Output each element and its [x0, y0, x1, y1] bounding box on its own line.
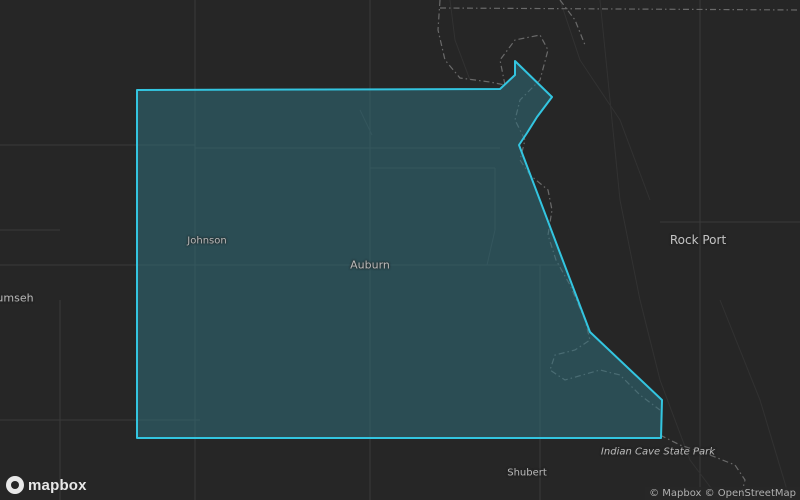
attribution-osm-link[interactable]: © OpenStreetMap — [705, 488, 796, 499]
highlight-region[interactable] — [136, 60, 663, 439]
mapbox-logo[interactable]: mapbox — [6, 476, 87, 494]
place-label-auburn: Auburn — [350, 258, 390, 272]
place-label-shubert: Shubert — [507, 467, 547, 479]
place-label-indian-cave-state-park: Indian Cave State Park — [600, 446, 716, 458]
place-label-rock-port: Rock Port — [669, 233, 727, 247]
attribution-mapbox-link[interactable]: © Mapbox — [649, 488, 701, 499]
mapbox-logo-icon — [6, 476, 24, 494]
place-label-tecumseh: umseh — [0, 291, 34, 305]
map-canvas[interactable]: Johnson Auburn Rock Port umseh Shubert I… — [0, 0, 800, 500]
map-base-layer — [0, 0, 800, 500]
place-label-johnson: Johnson — [187, 235, 227, 247]
map-attribution: © Mapbox © OpenStreetMap — [645, 487, 800, 500]
mapbox-logo-text: mapbox — [28, 476, 87, 494]
